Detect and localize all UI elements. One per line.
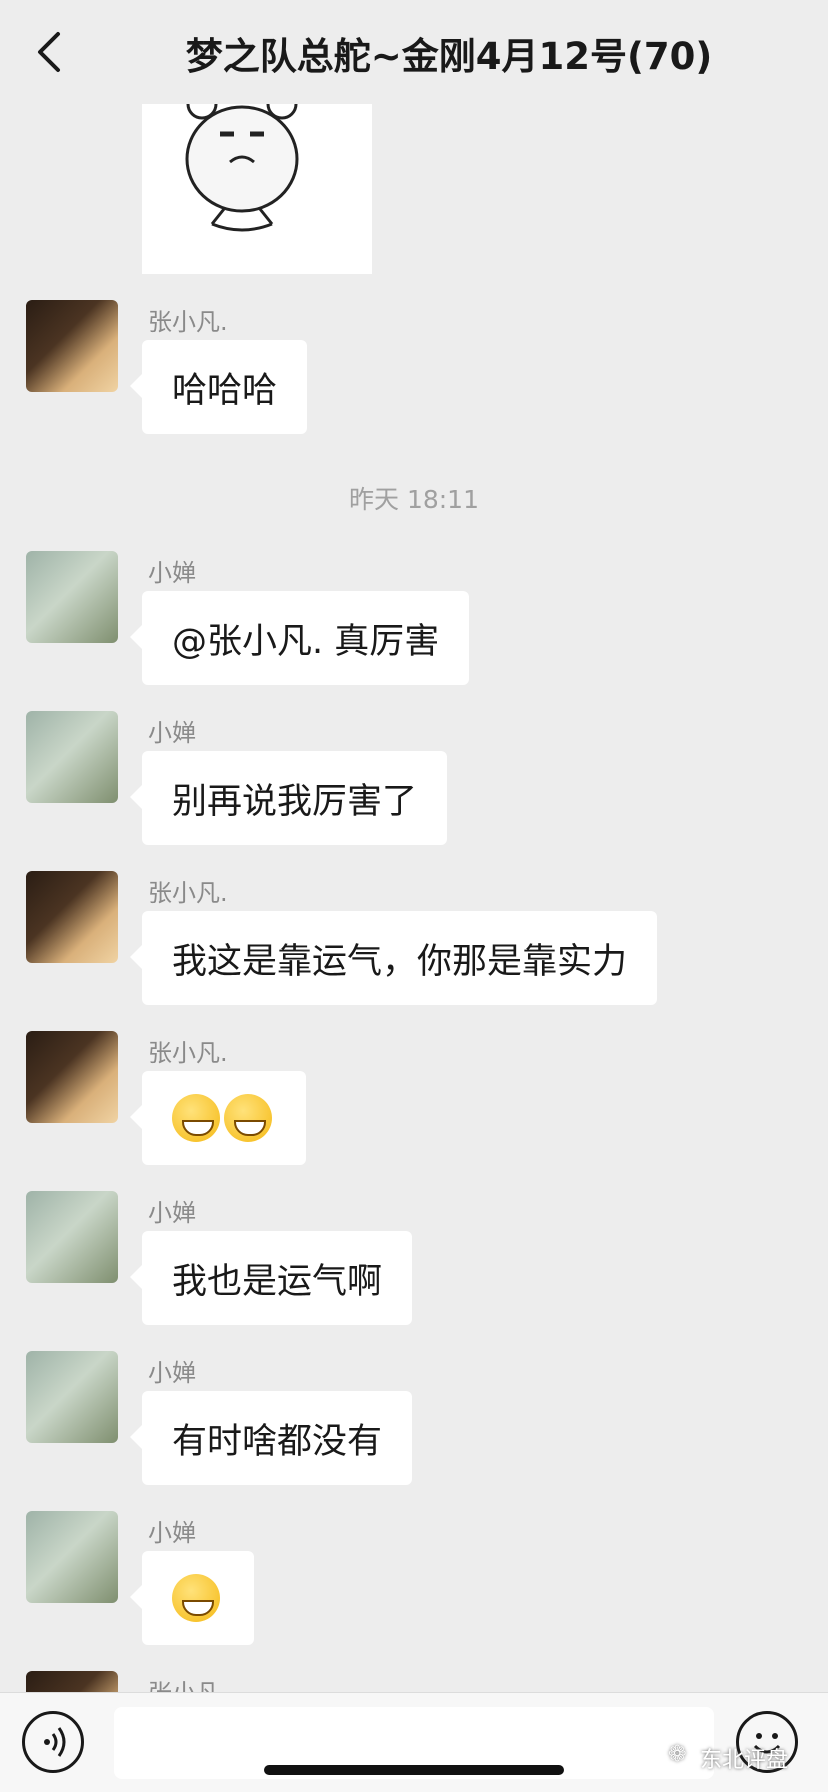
avatar[interactable] (26, 1351, 118, 1443)
sender-name: 小婵 (148, 719, 196, 747)
message-bubble[interactable] (130, 1551, 254, 1645)
chat-area[interactable]: 张小凡. 哈哈哈 昨天 18:11 小婵 @张小凡. 真厉害 小婵 别再说我厉害… (0, 104, 828, 1692)
message-bubble[interactable]: 有时啥都没有 (129, 1391, 413, 1485)
message-bubble[interactable]: @张小凡. 真厉害 (129, 591, 470, 685)
avatar[interactable] (26, 300, 118, 392)
message-bubble[interactable] (130, 1071, 306, 1165)
sender-name: 张小凡. (148, 1673, 228, 1692)
grin-emoji-icon (224, 1094, 272, 1142)
avatar[interactable] (26, 871, 118, 963)
sender-name: 小婵 (148, 559, 196, 587)
chat-title: 梦之队总舵~金刚4月12号(70) (185, 35, 713, 78)
sender-name: 小婵 (148, 1519, 196, 1547)
sender-name: 张小凡. (148, 1039, 228, 1067)
message-bubble[interactable]: 哈哈哈 (129, 340, 308, 434)
home-indicator[interactable] (264, 1765, 564, 1775)
timestamp: 昨天 18:11 (349, 485, 479, 514)
avatar[interactable] (26, 1671, 118, 1692)
message-bubble[interactable]: 我这是靠运气，你那是靠实力 (129, 911, 658, 1005)
message-bubble[interactable]: 别再说我厉害了 (129, 751, 448, 845)
back-chevron-icon[interactable] (30, 30, 70, 74)
avatar[interactable] (26, 1191, 118, 1283)
avatar[interactable] (26, 711, 118, 803)
avatar[interactable] (26, 1031, 118, 1123)
wechat-logo-icon: ❁ (668, 1742, 687, 1767)
tears-of-joy-emoji-icon (172, 1574, 220, 1622)
grin-emoji-icon (172, 1094, 220, 1142)
sender-name: 小婵 (148, 1199, 196, 1227)
sender-name: 张小凡. (148, 879, 228, 907)
sender-name: 小婵 (148, 1359, 196, 1387)
watermark: 东北评盘 (700, 1748, 789, 1773)
sender-name: 张小凡. (148, 308, 228, 336)
sticker-image[interactable] (142, 104, 372, 274)
avatar[interactable] (26, 551, 118, 643)
message-bubble[interactable]: 我也是运气啊 (129, 1231, 413, 1325)
voice-icon[interactable] (22, 1711, 84, 1773)
avatar[interactable] (26, 1511, 118, 1603)
chat-header: 梦之队总舵~金刚4月12号(70) (0, 0, 828, 104)
